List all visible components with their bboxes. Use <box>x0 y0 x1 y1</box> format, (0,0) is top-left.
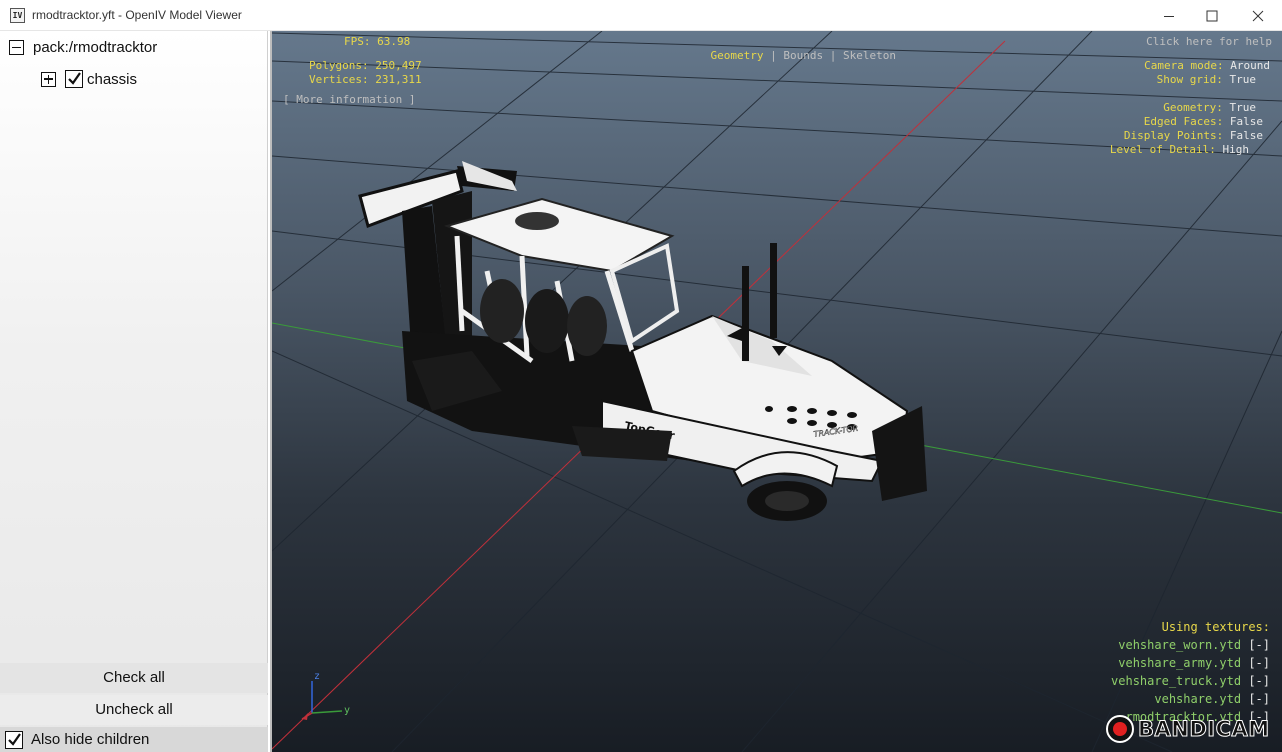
texture-item: vehshare_truck.ytd [-] <box>1111 674 1270 688</box>
help-link[interactable]: Click here for help <box>1146 35 1272 49</box>
more-information-link[interactable]: [ More information ] <box>283 93 415 107</box>
display-points-readout[interactable]: Display Points: False <box>1124 129 1263 143</box>
also-hide-children-row[interactable]: Also hide children <box>0 727 268 752</box>
openiv-app-icon: IV <box>10 8 25 23</box>
expand-icon[interactable] <box>41 71 56 87</box>
window-title: rmodtracktor.yft - OpenIV Model Viewer <box>32 8 242 22</box>
vertices-readout: Vertices: 231,311 <box>309 73 422 86</box>
checkmark-icon <box>68 72 81 85</box>
record-icon <box>1106 715 1134 743</box>
tree-item-label: chassis <box>87 70 138 88</box>
camera-mode-readout[interactable]: Camera mode: Around <box>1144 59 1270 73</box>
tree-root-label: pack:/rmodtracktor <box>33 39 158 56</box>
tree-item-chassis[interactable]: chassis <box>41 70 137 88</box>
also-hide-children-label: Also hide children <box>31 731 150 748</box>
minimize-icon <box>1164 15 1174 17</box>
close-icon <box>1252 10 1264 21</box>
collapse-icon[interactable] <box>9 40 24 55</box>
maximize-button[interactable] <box>1189 0 1235 31</box>
show-grid-readout[interactable]: Show grid: True <box>1157 73 1256 87</box>
also-hide-children-checkbox[interactable] <box>5 730 23 749</box>
texture-item: vehshare.ytd [-] <box>1154 692 1270 706</box>
fps-readout: FPS: 63.98 <box>344 35 411 48</box>
textures-title: Using textures: <box>1161 620 1270 634</box>
tab-geometry[interactable]: Geometry <box>711 49 764 62</box>
edged-faces-readout[interactable]: Edged Faces: False <box>1144 115 1263 129</box>
lod-readout[interactable]: Level of Detail: High <box>1110 143 1249 157</box>
chassis-checkbox[interactable] <box>65 70 83 88</box>
checkmark-icon <box>8 732 21 746</box>
axis-z-label: z <box>314 671 320 682</box>
remove-texture-button[interactable]: [-] <box>1248 656 1270 670</box>
remove-texture-button[interactable]: [-] <box>1248 638 1270 652</box>
minimize-button[interactable] <box>1146 0 1192 31</box>
close-button[interactable] <box>1235 0 1281 31</box>
maximize-icon <box>1206 10 1218 21</box>
bandicam-logo-text: BANDICAM <box>1138 717 1270 742</box>
texture-item: vehshare_army.ytd [-] <box>1118 656 1270 670</box>
polygons-readout: Polygons: 250,497 <box>309 59 422 72</box>
geometry-readout[interactable]: Geometry: True <box>1163 101 1256 115</box>
view-mode-tabs: Geometry | Bounds | Skeleton <box>710 49 896 62</box>
uncheck-all-button[interactable]: Uncheck all <box>0 695 268 725</box>
remove-texture-button[interactable]: [-] <box>1248 692 1270 706</box>
bandicam-watermark: BANDICAM <box>1106 714 1270 744</box>
check-all-button[interactable]: Check all <box>0 663 268 693</box>
axis-y-label: y <box>344 705 350 716</box>
3d-viewport[interactable]: TopGear TRACK-TOR z y FPS: 63.98 Polygon… <box>270 31 1282 752</box>
tab-skeleton[interactable]: Skeleton <box>843 49 896 62</box>
tree-root-row[interactable]: pack:/rmodtracktor <box>9 39 157 56</box>
vehicle-model: TopGear TRACK-TOR <box>358 161 927 521</box>
tab-bounds[interactable]: Bounds <box>783 49 823 62</box>
remove-texture-button[interactable]: [-] <box>1248 674 1270 688</box>
model-tree-panel: pack:/rmodtracktor chassis Check all Unc… <box>0 31 268 752</box>
title-bar: IV rmodtracktor.yft - OpenIV Model Viewe… <box>0 0 1282 31</box>
texture-item: vehshare_worn.ytd [-] <box>1118 638 1270 652</box>
